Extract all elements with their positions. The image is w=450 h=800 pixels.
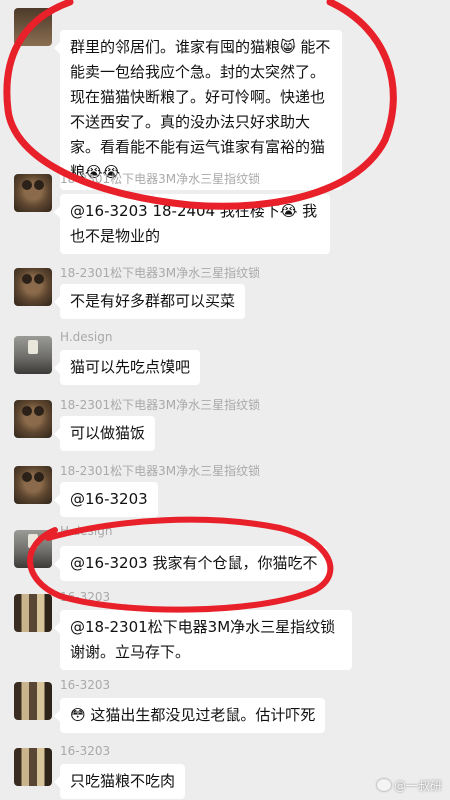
message-bubble[interactable]: @16-3203 18-2404 我在楼下😭 我也不是物业的 (54, 194, 330, 254)
sender-name: 16-3203 (60, 590, 111, 604)
avatar[interactable] (14, 174, 52, 212)
sender-name: 18-2301松下电器3M净水三星指纹锁 (60, 398, 261, 412)
avatar[interactable] (14, 268, 52, 306)
weibo-icon (376, 779, 391, 791)
avatar[interactable] (14, 336, 52, 374)
message-text: 可以做猫饭 (70, 424, 146, 442)
avatar[interactable] (14, 748, 52, 786)
message-text: 不是有好多群都可以买菜 (70, 292, 236, 310)
message-text: 群里的邻居们。谁家有囤的猫粮😸 能不能卖一包给我应个急。封的太突然了。现在猫猫快… (70, 38, 331, 181)
message-bubble[interactable]: @18-2301松下电器3M净水三星指纹锁 谢谢。立马存下。 (54, 610, 352, 670)
sender-name: 16-3203 (60, 678, 111, 692)
sender-name: H.design (60, 330, 113, 344)
message-text: @16-3203 (70, 490, 148, 508)
message-text: 😳 这猫出生都没见过老鼠。估计吓死 (70, 706, 316, 724)
message-bubble[interactable]: 猫可以先吃点馍吧 (53, 350, 201, 385)
sender-name: H.design (60, 524, 113, 538)
sender-name: 16-3203 (60, 744, 111, 758)
avatar[interactable] (14, 594, 52, 632)
message-text: 猫可以先吃点馍吧 (70, 358, 191, 376)
avatar[interactable] (14, 530, 52, 568)
message-text: @18-2301松下电器3M净水三星指纹锁 谢谢。立马存下。 (70, 618, 336, 661)
avatar[interactable] (14, 8, 52, 46)
message-bubble[interactable]: 只吃猫粮不吃肉 (53, 764, 186, 799)
message-text: 只吃猫粮不吃肉 (70, 772, 176, 790)
message-text: @16-3203 我家有个仓鼠，你猫吃不 (70, 554, 318, 572)
avatar[interactable] (14, 466, 52, 504)
message-bubble[interactable]: 群里的邻居们。谁家有囤的猫粮😸 能不能卖一包给我应个急。封的太突然了。现在猫猫快… (54, 30, 342, 190)
message-bubble[interactable]: @16-3203 (54, 482, 158, 517)
sender-name: 18-2301松下电器3M净水三星指纹锁 (60, 266, 261, 280)
watermark: @一叔研 (376, 777, 442, 794)
message-bubble[interactable]: 不是有好多群都可以买菜 (53, 284, 246, 319)
message-text: @16-3203 18-2404 我在楼下😭 我也不是物业的 (70, 202, 318, 245)
sender-name: 18-2301松下电器3M净水三星指纹锁 (60, 464, 261, 478)
message-bubble[interactable]: @16-3203 我家有个仓鼠，你猫吃不 (53, 546, 328, 581)
message-bubble[interactable]: 可以做猫饭 (53, 416, 156, 451)
avatar[interactable] (14, 682, 52, 720)
sender-name: 18-2301松下电器3M净水三星指纹锁 (60, 172, 261, 186)
message-bubble[interactable]: 😳 这猫出生都没见过老鼠。估计吓死 (53, 698, 326, 733)
avatar[interactable] (14, 400, 52, 438)
